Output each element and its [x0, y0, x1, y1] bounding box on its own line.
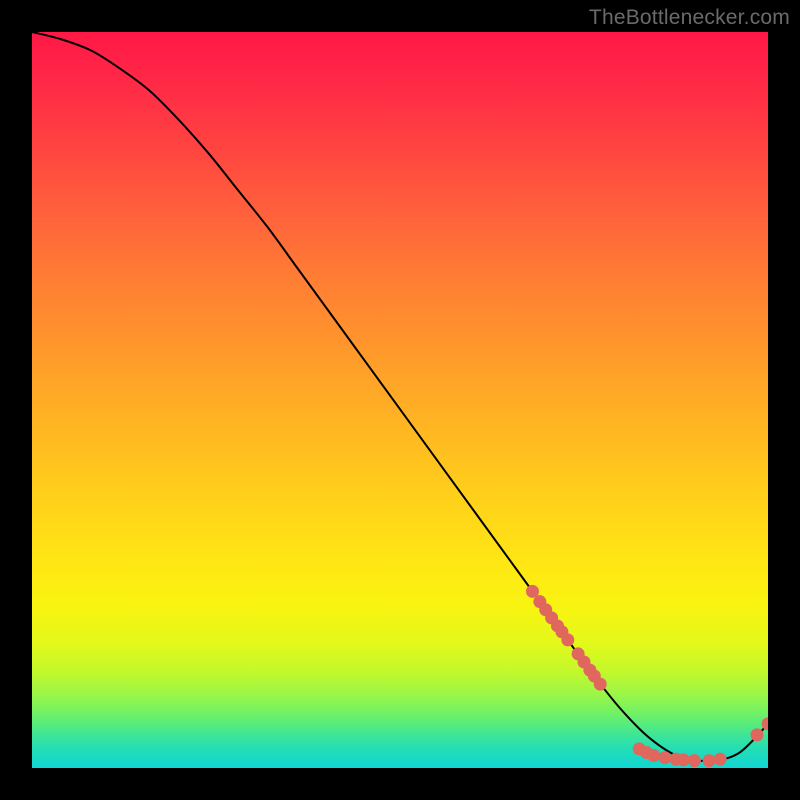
data-point — [714, 753, 727, 766]
data-point — [561, 633, 574, 646]
data-point — [750, 728, 763, 741]
data-point — [688, 754, 701, 767]
watermark-text: TheBottlenecker.com — [589, 6, 790, 30]
curve-line — [32, 32, 768, 761]
data-point — [594, 678, 607, 691]
chart-stage: TheBottlenecker.com — [0, 0, 800, 800]
data-point — [677, 753, 690, 766]
data-point — [658, 751, 671, 764]
curve-path-group — [32, 32, 768, 761]
data-point — [762, 717, 769, 730]
data-point — [703, 754, 716, 767]
plot-area — [32, 32, 768, 768]
chart-svg — [32, 32, 768, 768]
curve-markers — [526, 585, 768, 767]
data-point — [647, 749, 660, 762]
